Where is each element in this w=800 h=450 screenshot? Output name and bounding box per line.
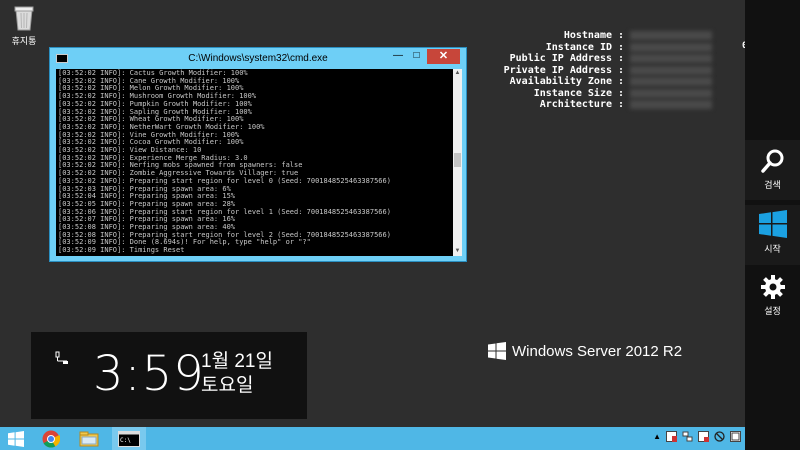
console-line: >_: [58, 254, 453, 256]
network-icon: [55, 351, 68, 364]
chrome-icon: [42, 430, 60, 448]
charm-start[interactable]: 시작: [745, 205, 800, 265]
cmd-scrollbar[interactable]: ▲ ▼: [453, 69, 462, 256]
cmd-icon: C:\: [118, 430, 140, 447]
scroll-thumb[interactable]: [454, 153, 461, 167]
info-colon: :: [617, 53, 625, 64]
tray-volume-icon[interactable]: [714, 431, 725, 442]
gear-icon: [760, 275, 785, 299]
close-button[interactable]: ✕: [427, 49, 460, 64]
desktop: 휴지통 Hostname : Instance ID : Public IP A…: [0, 0, 748, 427]
windows-server-branding: Windows Server 2012 R2: [488, 342, 682, 360]
info-row-instance-id: Instance ID :: [500, 42, 712, 54]
cmd-window[interactable]: C:\Windows\system32\cmd.exe — □ ✕ [03:52…: [49, 47, 467, 262]
info-label: Private IP Address: [503, 64, 612, 76]
redacted-value: [630, 77, 712, 86]
tray-keyboard-icon[interactable]: [730, 431, 741, 442]
info-row-hostname: Hostname :: [500, 30, 712, 42]
cmd-titlebar[interactable]: C:\Windows\system32\cmd.exe — □ ✕: [50, 48, 466, 70]
cmd-console[interactable]: [03:52:02 INFO]: Cactus Growth Modifier:…: [56, 69, 453, 256]
info-label: Architecture: [539, 99, 612, 110]
taskbar-file-explorer[interactable]: [74, 427, 104, 450]
clock-date-block: 1월 21일 토요일: [201, 350, 273, 398]
taskbar-chrome[interactable]: [36, 427, 66, 450]
charm-search-label: 검색: [764, 180, 781, 190]
info-label: Instance ID: [545, 41, 612, 53]
search-icon: [760, 149, 783, 173]
windows-logo-icon: [488, 342, 506, 360]
info-row-instance-size: Instance Size :: [500, 88, 712, 100]
info-row-public-ip: Public IP Address :: [500, 53, 712, 65]
info-colon: :: [617, 64, 625, 76]
charm-search[interactable]: 검색: [745, 140, 800, 200]
redacted-value: [630, 88, 712, 98]
scroll-up-icon[interactable]: ▲: [453, 69, 462, 78]
instance-info: Hostname : Instance ID : Public IP Addre…: [500, 30, 748, 111]
info-colon: :: [617, 99, 625, 110]
info-colon: :: [617, 87, 625, 99]
charm-settings-label: 설정: [764, 306, 781, 316]
clock-date: 1월 21일: [201, 351, 273, 372]
info-label: Public IP Address: [509, 53, 612, 64]
redacted-value: [630, 100, 712, 109]
taskbar: C:\ ▲: [0, 427, 745, 450]
folder-icon: [79, 431, 99, 446]
info-label: Availability Zone: [509, 76, 612, 87]
clock-time: 3:59: [93, 346, 205, 402]
info-colon: :: [617, 41, 625, 53]
recycle-bin[interactable]: 휴지통: [6, 4, 42, 47]
tray-ime-icon[interactable]: [698, 431, 709, 442]
tray-network-icon[interactable]: [682, 431, 693, 442]
clock-panel: 3:59 1월 21일 토요일: [31, 332, 307, 419]
clock-day: 토요일: [201, 375, 254, 396]
tray-chevron-up-icon[interactable]: ▲: [653, 432, 661, 441]
charms-bar: 검색 시작 설정: [745, 0, 800, 450]
system-tray: ▲: [653, 431, 741, 442]
redacted-value: [630, 31, 712, 40]
tray-action-center-icon[interactable]: [666, 431, 677, 442]
start-button[interactable]: [0, 427, 32, 450]
taskbar-cmd[interactable]: C:\: [112, 427, 146, 450]
info-row-availability-zone: Availability Zone :: [500, 76, 712, 88]
info-label: Instance Size: [533, 87, 612, 99]
info-row-architecture: Architecture :: [500, 99, 712, 111]
charm-settings[interactable]: 설정: [745, 268, 800, 328]
windows-logo-icon: [8, 430, 24, 447]
info-colon: :: [617, 30, 625, 41]
info-colon: :: [617, 76, 625, 87]
info-label: Hostname: [563, 30, 612, 41]
redacted-value: [630, 42, 712, 52]
branding-text: Windows Server 2012 R2: [512, 342, 683, 360]
scroll-down-icon[interactable]: ▼: [453, 247, 462, 256]
recycle-bin-icon: [14, 6, 34, 31]
recycle-bin-label: 휴지통: [11, 36, 37, 46]
redacted-value: [630, 54, 712, 63]
svg-text:C:\: C:\: [120, 437, 131, 444]
console-line: [03:52:09 INFO]: Timings Reset: [58, 246, 185, 255]
windows-start-icon: [758, 210, 787, 238]
info-row-private-ip: Private IP Address :: [500, 65, 712, 77]
console-output: [03:52:02 INFO]: Cactus Growth Modifier:…: [56, 69, 453, 256]
maximize-button[interactable]: □: [407, 49, 426, 64]
charm-start-label: 시작: [764, 244, 781, 254]
redacted-value: [630, 65, 712, 75]
minimize-button[interactable]: —: [388, 49, 408, 64]
